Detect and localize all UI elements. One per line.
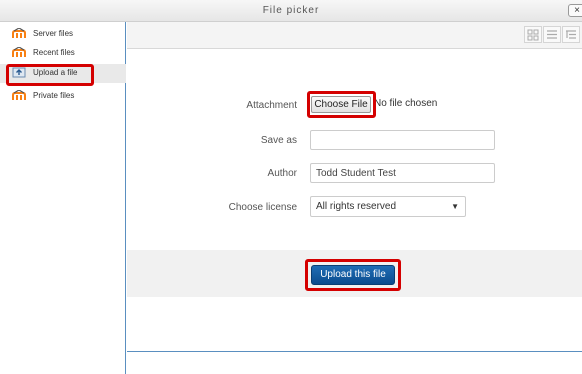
no-file-chosen-text: No file chosen	[374, 98, 438, 109]
highlight-box	[305, 259, 401, 291]
license-selected-value: All rights reserved	[316, 201, 397, 212]
moodle-logo-icon	[12, 28, 26, 38]
tree-view-button[interactable]	[562, 26, 580, 43]
dialog-title: File picker	[262, 5, 320, 16]
moodle-logo-icon	[12, 90, 26, 100]
moodle-logo-icon	[12, 47, 26, 57]
choose-license-label: Choose license	[228, 202, 297, 213]
save-as-input[interactable]	[310, 130, 495, 150]
icons-view-icon	[527, 29, 539, 41]
author-label: Author	[267, 168, 297, 179]
sidebar-item-label: Recent files	[33, 48, 75, 57]
tree-view-icon	[566, 30, 576, 39]
author-input[interactable]	[310, 163, 495, 183]
list-view-button[interactable]	[543, 26, 561, 43]
save-as-label: Save as	[260, 135, 297, 146]
content-bottom-border	[127, 351, 582, 352]
sidebar-item-private-files[interactable]: Private files	[0, 87, 126, 106]
repository-sidebar: Server files Recent files Upload a file …	[0, 22, 126, 374]
dropdown-arrow-icon: ▼	[451, 202, 459, 211]
upload-form: Attachment Choose File No file chosen Sa…	[127, 50, 582, 250]
form-footer: Upload this file	[127, 250, 582, 297]
list-view-icon	[547, 30, 557, 39]
sidebar-item-label: Server files	[33, 29, 74, 38]
sidebar-item-server-files[interactable]: Server files	[0, 25, 126, 44]
close-button[interactable]: ×	[568, 4, 582, 17]
sidebar-item-recent-files[interactable]: Recent files	[0, 44, 126, 63]
highlight-box	[6, 64, 94, 86]
icons-view-button[interactable]	[524, 26, 542, 43]
dialog-titlebar: File picker ×	[0, 0, 582, 22]
license-select[interactable]: All rights reserved ▼	[310, 196, 466, 217]
view-toolbar	[127, 22, 582, 49]
highlight-box	[307, 91, 376, 118]
attachment-label: Attachment	[246, 100, 297, 111]
sidebar-item-label: Private files	[33, 91, 75, 100]
